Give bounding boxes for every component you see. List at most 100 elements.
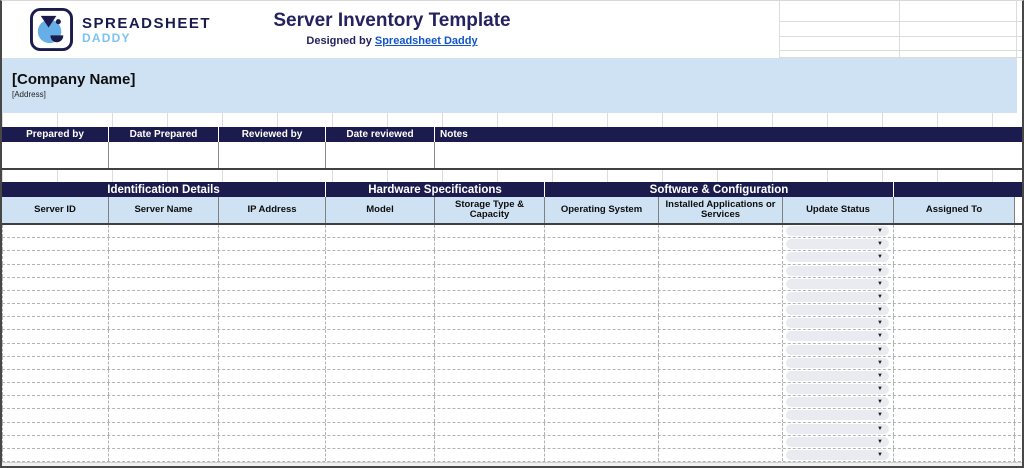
cell-ip-address[interactable] (219, 265, 326, 277)
cell-server-name[interactable] (109, 225, 219, 237)
cell-assigned-to[interactable] (894, 278, 1015, 290)
cell-model[interactable] (326, 238, 435, 250)
update-status-dropdown[interactable]: ▼ (786, 371, 889, 381)
cell-update-status[interactable]: ▼ (783, 436, 894, 448)
cell-update-status[interactable]: ▼ (783, 265, 894, 277)
meta-value-cell[interactable] (219, 142, 326, 168)
cell-operating-system[interactable] (545, 449, 659, 461)
cell-operating-system[interactable] (545, 238, 659, 250)
update-status-dropdown[interactable]: ▼ (786, 358, 889, 368)
cell-ip-address[interactable] (219, 449, 326, 461)
update-status-dropdown[interactable]: ▼ (786, 437, 889, 447)
cell-server-id[interactable] (2, 449, 109, 461)
cell-model[interactable] (326, 409, 435, 421)
update-status-dropdown[interactable]: ▼ (786, 397, 889, 407)
cell-operating-system[interactable] (545, 317, 659, 329)
cell-server-name[interactable] (109, 383, 219, 395)
cell-update-status[interactable]: ▼ (783, 357, 894, 369)
company-band-cell[interactable]: [Company Name] [Address] (2, 58, 1017, 113)
meta-value-cell[interactable] (2, 142, 109, 168)
cell-model[interactable] (326, 304, 435, 316)
cell-assigned-to[interactable] (894, 383, 1015, 395)
cell-update-status[interactable]: ▼ (783, 370, 894, 382)
cell-installed-applications-or-services[interactable] (659, 409, 783, 421)
update-status-dropdown[interactable]: ▼ (786, 292, 889, 302)
grid-cell[interactable] (899, 51, 1016, 58)
cell-installed-applications-or-services[interactable] (659, 225, 783, 237)
cell-operating-system[interactable] (545, 409, 659, 421)
cell-storage-type-capacity[interactable] (435, 357, 545, 369)
row-edge-cell[interactable] (1015, 423, 1024, 435)
cell-update-status[interactable]: ▼ (783, 383, 894, 395)
cell-assigned-to[interactable] (894, 291, 1015, 303)
row-edge-cell[interactable] (1015, 317, 1024, 329)
cell-ip-address[interactable] (219, 423, 326, 435)
cell-model[interactable] (326, 370, 435, 382)
cell-server-id[interactable] (2, 317, 109, 329)
cell-update-status[interactable]: ▼ (783, 225, 894, 237)
cell-model[interactable] (326, 225, 435, 237)
cell-assigned-to[interactable] (894, 449, 1015, 461)
cell-assigned-to[interactable] (894, 238, 1015, 250)
update-status-dropdown[interactable]: ▼ (786, 345, 889, 355)
cell-update-status[interactable]: ▼ (783, 238, 894, 250)
cell-ip-address[interactable] (219, 357, 326, 369)
cell-assigned-to[interactable] (894, 225, 1015, 237)
cell-storage-type-capacity[interactable] (435, 409, 545, 421)
cell-server-name[interactable] (109, 344, 219, 356)
cell-server-id[interactable] (2, 238, 109, 250)
cell-assigned-to[interactable] (894, 396, 1015, 408)
cell-operating-system[interactable] (545, 370, 659, 382)
update-status-dropdown[interactable]: ▼ (786, 384, 889, 394)
cell-storage-type-capacity[interactable] (435, 383, 545, 395)
update-status-dropdown[interactable]: ▼ (786, 239, 889, 249)
cell-ip-address[interactable] (219, 317, 326, 329)
grid-cell[interactable] (1016, 1, 1024, 22)
cell-model[interactable] (326, 291, 435, 303)
cell-assigned-to[interactable] (894, 423, 1015, 435)
cell-server-id[interactable] (2, 225, 109, 237)
row-edge-cell[interactable] (1015, 436, 1024, 448)
spreadsheet-daddy-link[interactable]: Spreadsheet Daddy (375, 35, 478, 47)
cell-operating-system[interactable] (545, 291, 659, 303)
cell-model[interactable] (326, 357, 435, 369)
cell-server-name[interactable] (109, 370, 219, 382)
cell-server-id[interactable] (2, 436, 109, 448)
meta-value-cell[interactable] (326, 142, 435, 168)
cell-ip-address[interactable] (219, 409, 326, 421)
cell-ip-address[interactable] (219, 251, 326, 263)
cell-storage-type-capacity[interactable] (435, 317, 545, 329)
update-status-dropdown[interactable]: ▼ (786, 331, 889, 341)
meta-value-cell[interactable] (435, 142, 1024, 168)
row-edge-cell[interactable] (1015, 278, 1024, 290)
row-edge-cell[interactable] (1015, 383, 1024, 395)
grid-cell[interactable] (1016, 37, 1024, 51)
cell-model[interactable] (326, 423, 435, 435)
cell-update-status[interactable]: ▼ (783, 409, 894, 421)
grid-cell[interactable] (779, 1, 899, 22)
cell-model[interactable] (326, 251, 435, 263)
cell-assigned-to[interactable] (894, 357, 1015, 369)
cell-ip-address[interactable] (219, 330, 326, 342)
update-status-dropdown[interactable]: ▼ (786, 226, 889, 236)
cell-installed-applications-or-services[interactable] (659, 357, 783, 369)
cell-installed-applications-or-services[interactable] (659, 423, 783, 435)
cell-storage-type-capacity[interactable] (435, 304, 545, 316)
cell-server-id[interactable] (2, 383, 109, 395)
cell-assigned-to[interactable] (894, 265, 1015, 277)
cell-storage-type-capacity[interactable] (435, 238, 545, 250)
cell-server-id[interactable] (2, 344, 109, 356)
cell-operating-system[interactable] (545, 436, 659, 448)
cell-storage-type-capacity[interactable] (435, 370, 545, 382)
cell-storage-type-capacity[interactable] (435, 291, 545, 303)
cell-update-status[interactable]: ▼ (783, 251, 894, 263)
row-edge-cell[interactable] (1015, 330, 1024, 342)
cell-ip-address[interactable] (219, 383, 326, 395)
cell-update-status[interactable]: ▼ (783, 344, 894, 356)
row-edge-cell[interactable] (1015, 409, 1024, 421)
cell-assigned-to[interactable] (894, 304, 1015, 316)
cell-update-status[interactable]: ▼ (783, 396, 894, 408)
cell-storage-type-capacity[interactable] (435, 449, 545, 461)
cell-operating-system[interactable] (545, 265, 659, 277)
cell-server-name[interactable] (109, 278, 219, 290)
